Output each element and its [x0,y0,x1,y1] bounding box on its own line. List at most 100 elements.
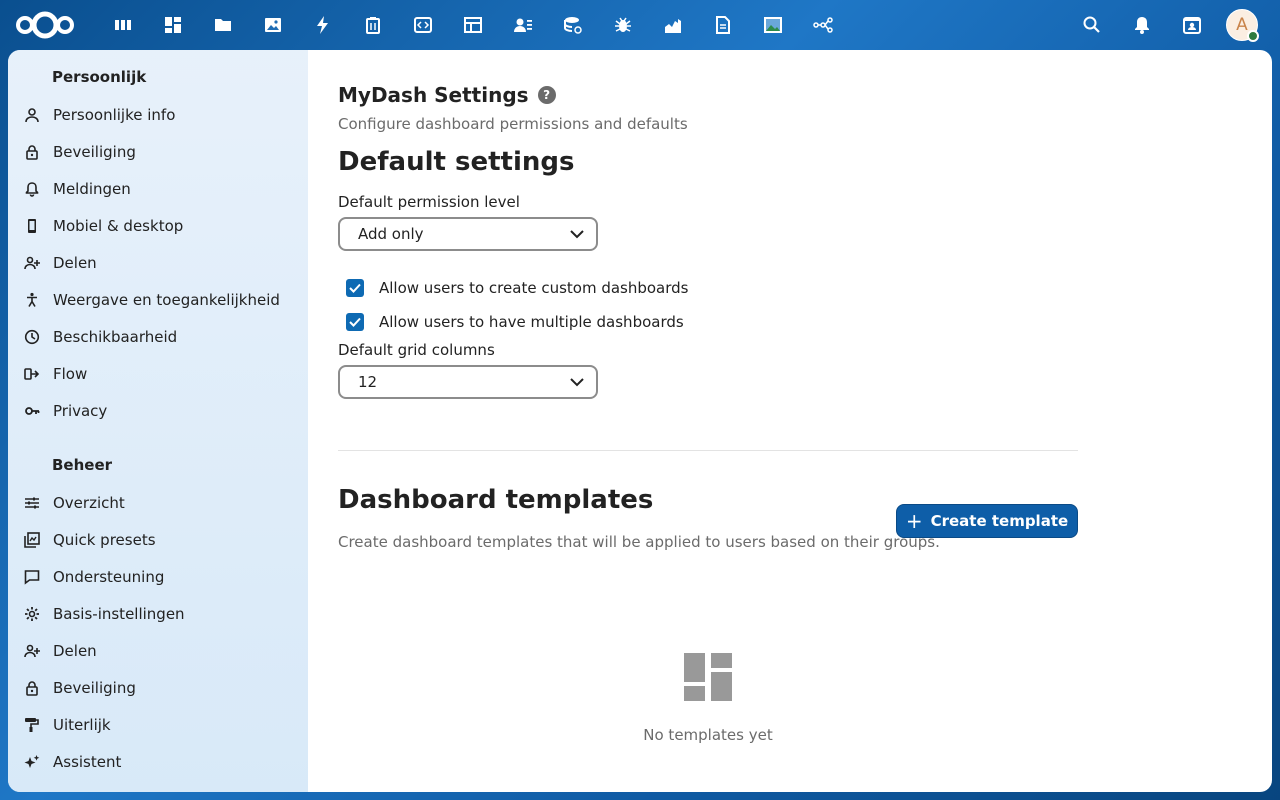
sidebar-item-delen[interactable]: Delen [8,244,308,281]
check-custom-label: Allow users to create custom dashboards [379,279,689,297]
dashboard-app-icon[interactable] [98,0,148,50]
nextcloud-logo[interactable] [14,10,76,40]
section-divider [338,450,1078,451]
sparkle-icon [22,752,42,772]
sidebar-item-delen[interactable]: Delen [8,632,308,669]
sidebar-item-mobiel-desktop[interactable]: Mobiel & desktop [8,207,308,244]
presets-icon [22,530,42,550]
bell-icon [22,179,42,199]
chat-icon [22,567,42,587]
sidebar-item-label: Beveiliging [53,142,136,161]
grid-columns-value: 12 [358,373,378,391]
sidebar-item-overzicht[interactable]: Overzicht [8,484,308,521]
top-bar: A [0,0,1280,50]
sidebar-item-label: Beschikbaarheid [53,327,178,346]
contacts-menu-icon[interactable] [1167,0,1217,50]
grid-app-icon[interactable] [148,0,198,50]
sidebar-item-beschikbaarheid[interactable]: Beschikbaarheid [8,318,308,355]
image-icon[interactable] [748,0,798,50]
sidebar-item-label: Flow [53,364,88,383]
paint-roller-icon [22,715,42,735]
flow-icon[interactable] [798,0,848,50]
document-icon[interactable] [698,0,748,50]
share-icon [22,253,42,273]
sidebar-item-label: Delen [53,253,97,272]
section-title-personal: Persoonlijk [52,68,147,86]
sidebar-item-flow[interactable]: Flow [8,355,308,392]
code-icon[interactable] [398,0,448,50]
page-title: MyDash Settings [338,83,529,107]
sidebar-item-beveiliging[interactable]: Beveiliging [8,133,308,170]
sidebar-item-meldingen[interactable]: Meldingen [8,170,308,207]
user-avatar[interactable]: A [1226,9,1259,42]
sidebar-item-label: Ondersteuning [53,567,165,586]
check-multiple-row[interactable]: Allow users to have multiple dashboards [338,305,1272,339]
accessibility-icon [22,290,42,310]
sidebar-item-assistent[interactable]: Assistent [8,743,308,780]
deck-icon[interactable] [348,0,398,50]
create-template-button[interactable]: + Create template [896,504,1078,538]
phone-icon [22,216,42,236]
sidebar-item-label: Privacy [53,401,108,420]
empty-state-text: No templates yet [643,726,773,744]
key-icon [22,401,42,421]
search-icon[interactable] [1067,0,1117,50]
flow-arrow-icon [22,364,42,384]
sidebar-item-label: Mobiel & desktop [53,216,184,235]
permission-select[interactable]: Add only [338,217,598,251]
sidebar-item-label: Beveiliging [53,678,136,697]
default-settings-heading: Default settings [338,147,575,177]
online-status-icon [1247,30,1259,42]
check-multiple-label: Allow users to have multiple dashboards [379,313,684,331]
check-custom-row[interactable]: Allow users to create custom dashboards [338,271,1272,305]
bug-icon[interactable] [598,0,648,50]
sidebar-item-weergave-en-toegankelijkheid[interactable]: Weergave en toegankelijkheid [8,281,308,318]
lock-icon [22,678,42,698]
data-icon[interactable] [548,0,598,50]
sidebar-item-label: Basis-instellingen [53,604,185,623]
section-title-admin: Beheer [52,456,113,474]
clock-icon [22,327,42,347]
sidebar-item-label: Persoonlijke info [53,105,176,124]
app-menu [98,0,848,50]
avatar-letter: A [1236,15,1248,35]
page-description: Configure dashboard permissions and defa… [338,115,688,133]
files-icon[interactable] [198,0,248,50]
sidebar-item-persoonlijke-info[interactable]: Persoonlijke info [8,96,308,133]
settings-main: MyDash Settings ? Configure dashboard pe… [308,50,1272,792]
gear-icon [22,604,42,624]
sidebar-item-quick-presets[interactable]: Quick presets [8,521,308,558]
header-right: A [1067,0,1259,50]
chart-icon[interactable] [648,0,698,50]
grid-columns-select[interactable]: 12 [338,365,598,399]
photos-icon[interactable] [248,0,298,50]
sidebar-item-privacy[interactable]: Privacy [8,392,308,429]
help-icon[interactable]: ? [537,86,556,104]
tables-icon[interactable] [448,0,498,50]
lock-icon [22,142,42,162]
check-custom-checkbox[interactable] [346,279,364,297]
sidebar-item-label: Weergave en toegankelijkheid [53,290,280,309]
settings-sidebar: Persoonlijk Persoonlijke info Beveiliging… [8,50,308,792]
create-template-label: Create template [930,512,1069,530]
sidebar-item-label: Meldingen [53,179,131,198]
sidebar-item-label: Uiterlijk [53,715,111,734]
contacts-icon[interactable] [498,0,548,50]
activity-icon[interactable] [298,0,348,50]
chevron-down-icon [570,378,584,387]
templates-description: Create dashboard templates that will be … [338,533,940,551]
notifications-bell-icon[interactable] [1117,0,1167,50]
check-multiple-checkbox[interactable] [346,313,364,331]
grid-columns-label: Default grid columns [338,341,495,359]
app-content: Persoonlijk Persoonlijke info Beveiliging… [8,50,1272,792]
plus-icon: + [905,509,923,533]
sidebar-item-label: Delen [53,641,97,660]
sidebar-item-uiterlijk[interactable]: Uiterlijk [8,706,308,743]
sidebar-item-ondersteuning[interactable]: Ondersteuning [8,558,308,595]
sidebar-item-label: Overzicht [53,493,125,512]
permission-label: Default permission level [338,193,520,211]
chevron-down-icon [570,230,584,239]
sidebar-item-basis-instellingen[interactable]: Basis-instellingen [8,595,308,632]
sidebar-item-beveiliging[interactable]: Beveiliging [8,669,308,706]
sidebar-item-label: Assistent [53,752,122,771]
